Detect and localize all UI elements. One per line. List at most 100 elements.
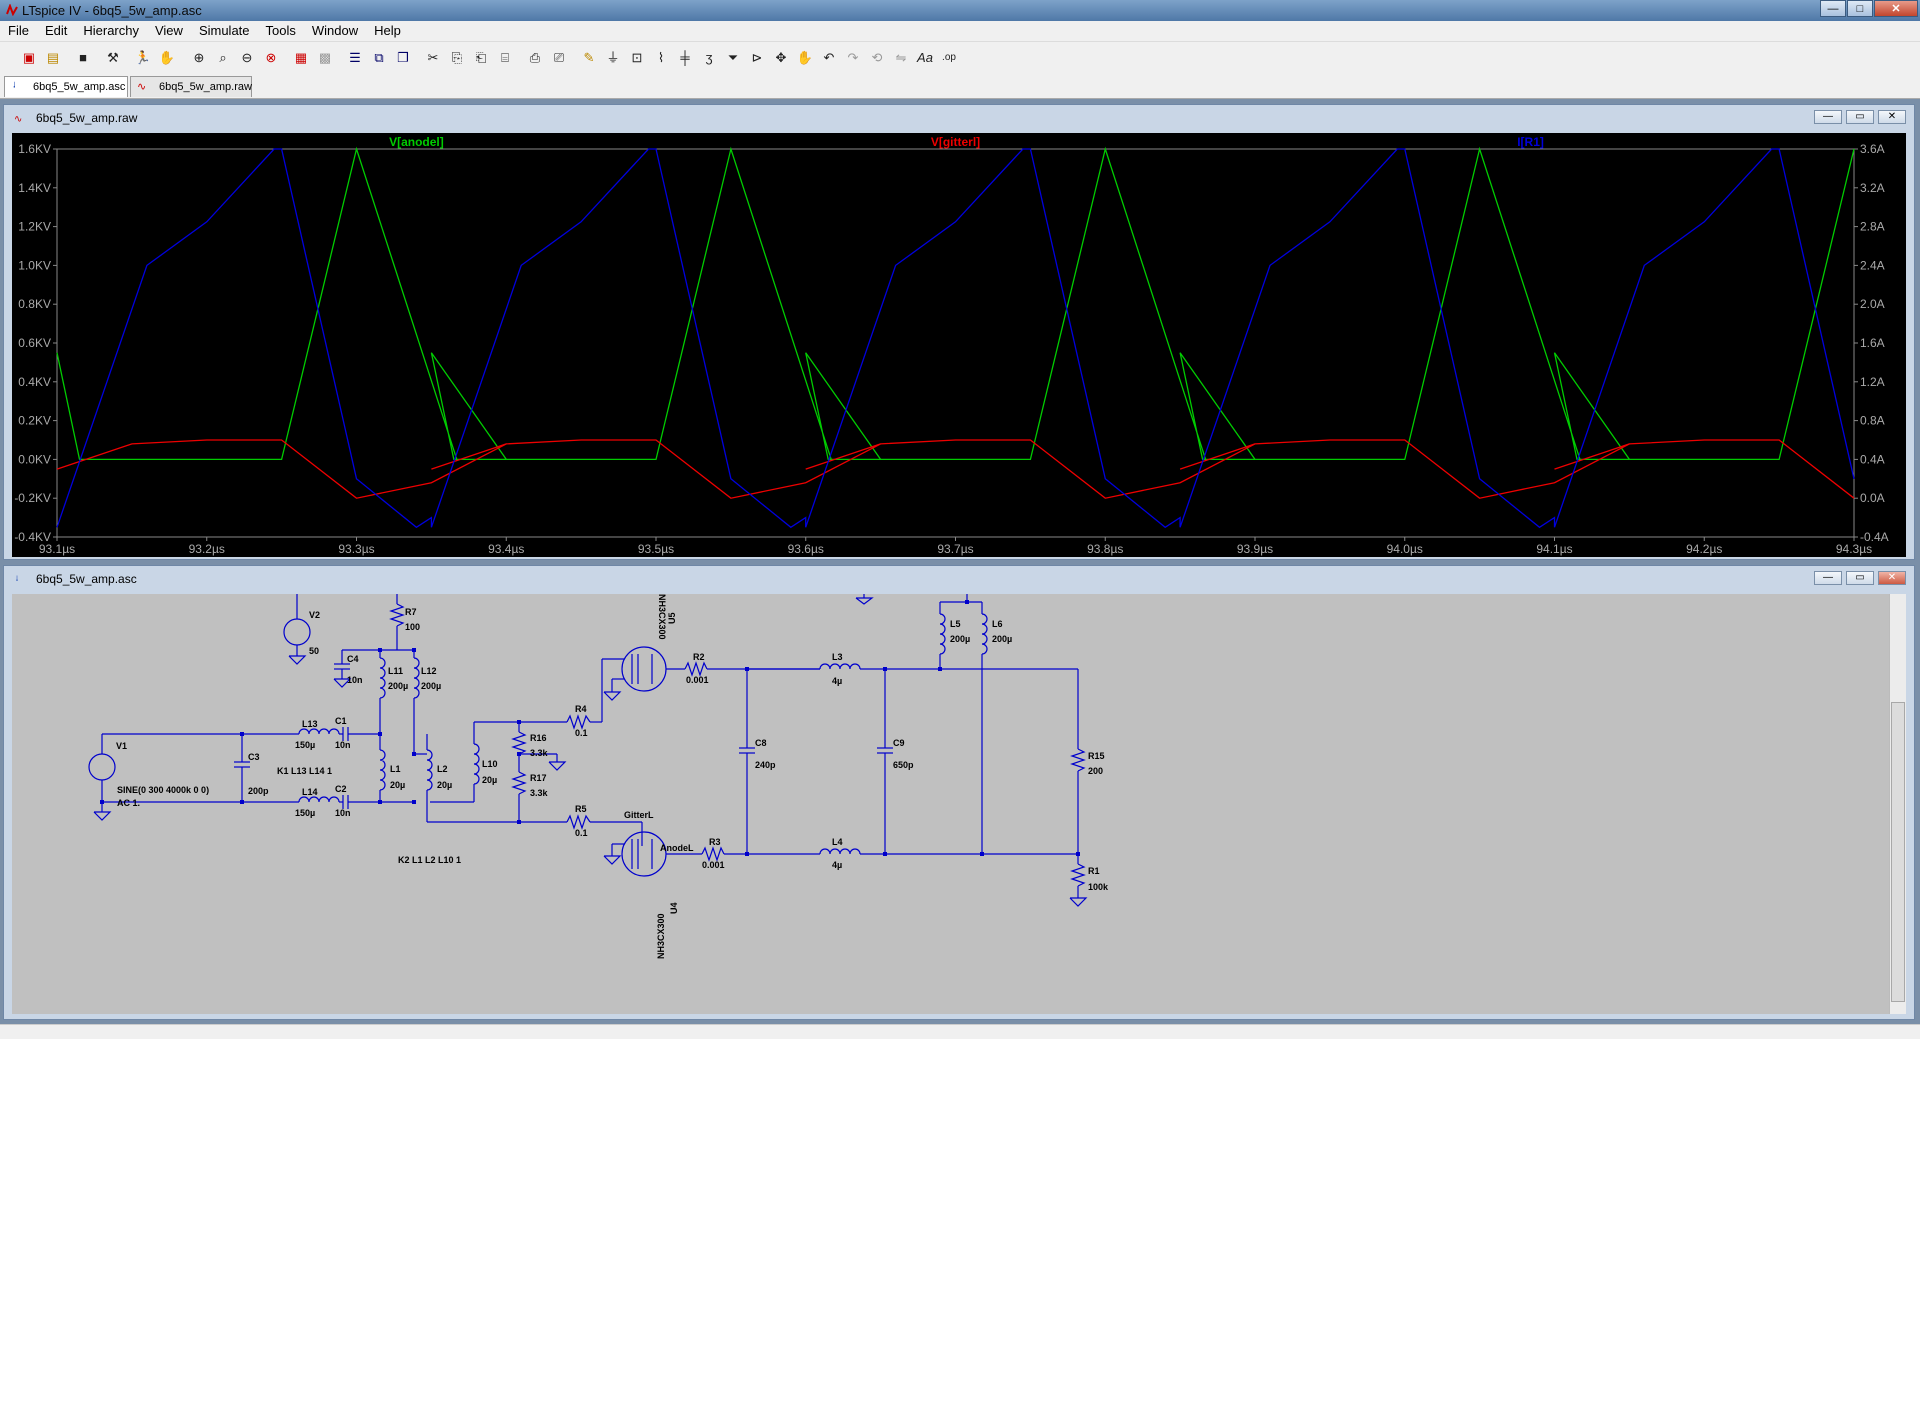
drag-icon[interactable]: ✋ (796, 49, 814, 67)
close-button[interactable]: ✕ (1874, 0, 1918, 17)
inductor-icon[interactable]: ʒ (700, 49, 718, 67)
wire-icon[interactable]: ✎ (580, 49, 598, 67)
resistor-r15[interactable] (1070, 748, 1086, 772)
diode-icon[interactable]: ⏷ (724, 49, 742, 67)
pan-icon[interactable]: ⌕ (214, 49, 232, 67)
resistor-r1[interactable] (1070, 863, 1086, 887)
tab-schematic[interactable]: ᛍ 6bq5_5w_amp.asc (4, 76, 128, 97)
capacitor-icon[interactable]: ╪ (676, 49, 694, 67)
resistor-r17[interactable] (511, 771, 527, 795)
resistor-r5[interactable] (566, 814, 591, 830)
label-text: R2 (693, 652, 705, 662)
paste-icon[interactable]: ⎗ (472, 49, 490, 67)
zoom-fit-icon[interactable]: ⊗ (262, 49, 280, 67)
ground-icon[interactable]: ⏚ (604, 49, 622, 67)
resistor-r7[interactable] (389, 603, 405, 627)
open-folder-icon[interactable]: ▤ (44, 49, 62, 67)
find-icon[interactable]: ⌸ (496, 49, 514, 67)
schematic-diagram[interactable]: V2 50 R7 100 C4 10n L11 200µ L12 200µ V1… (12, 594, 1898, 1014)
minimize-button[interactable]: — (1814, 571, 1842, 585)
label-net-icon[interactable]: ⊡ (628, 49, 646, 67)
rotate-icon[interactable]: ⟲ (868, 49, 886, 67)
resistor-r3[interactable] (701, 846, 725, 862)
close-button[interactable]: ✕ (1878, 110, 1906, 124)
redo-icon[interactable]: ↷ (844, 49, 862, 67)
label-text: 0.001 (702, 860, 725, 870)
cut-icon[interactable]: ✂ (424, 49, 442, 67)
menu-simulate[interactable]: Simulate (191, 21, 258, 41)
halt-icon[interactable]: ✋ (158, 49, 176, 67)
inductor-l10[interactable] (473, 743, 480, 785)
inductor-l5[interactable] (939, 613, 946, 655)
maximize-button[interactable]: □ (1847, 0, 1873, 17)
label-text: 100 (405, 622, 420, 632)
inductor-l4[interactable] (819, 848, 861, 855)
label-text: U4 (669, 902, 679, 914)
resistor-r4[interactable] (566, 714, 591, 730)
menu-view[interactable]: View (147, 21, 191, 41)
print-icon[interactable]: ⎚ (550, 49, 568, 67)
menu-hierarchy[interactable]: Hierarchy (75, 21, 147, 41)
app-titlebar[interactable]: LTspice IV - 6bq5_5w_amp.asc — □ ✕ (0, 0, 1920, 21)
inductor-l3[interactable] (819, 663, 861, 670)
label-text: C4 (347, 654, 359, 664)
inductor-l13[interactable] (298, 728, 340, 735)
mark-unref-icon[interactable]: ▩ (316, 49, 334, 67)
undo-icon[interactable]: ↶ (820, 49, 838, 67)
tile-horizontal-icon[interactable]: ☰ (346, 49, 364, 67)
series-line-2 (56, 148, 1855, 529)
restore-button[interactable]: ▭ (1846, 110, 1874, 124)
print-preview-icon[interactable]: ⎙ (526, 49, 544, 67)
inductor-l1[interactable] (379, 749, 386, 791)
run-icon[interactable]: 🏃 (134, 49, 152, 67)
cascade-icon[interactable]: ❐ (394, 49, 412, 67)
copy-icon[interactable]: ⎘ (448, 49, 466, 67)
label-text: L6 (992, 619, 1003, 629)
waveform-window-title[interactable]: ∿ 6bq5_5w_amp.raw (14, 109, 137, 127)
voltage-source-v1[interactable] (88, 753, 116, 781)
tab-waveform[interactable]: ∿ 6bq5_5w_amp.raw (130, 76, 252, 97)
inductor-l11[interactable] (379, 657, 386, 699)
autorange-icon[interactable]: ▦ (292, 49, 310, 67)
scrollbar-thumb[interactable] (1891, 702, 1905, 1002)
spice-directive-icon[interactable]: .op (940, 49, 958, 67)
close-button[interactable]: ✕ (1878, 571, 1906, 585)
tile-vertical-icon[interactable]: ⧉ (370, 49, 388, 67)
minimize-button[interactable]: — (1820, 0, 1846, 17)
zoom-in-icon[interactable]: ⊕ (190, 49, 208, 67)
resistor-r16[interactable] (511, 731, 527, 755)
voltage-source-v2[interactable] (283, 618, 311, 646)
menu-window[interactable]: Window (304, 21, 366, 41)
restore-button[interactable]: ▭ (1846, 571, 1874, 585)
inductor-l6[interactable] (981, 613, 988, 655)
menu-edit[interactable]: Edit (37, 21, 75, 41)
minimize-button[interactable]: — (1814, 110, 1842, 124)
label-text: 150µ (295, 808, 315, 818)
save-icon[interactable]: ■ (74, 49, 92, 67)
plot-area[interactable]: 1.6KV 1.4KV 1.2KV 1.0KV 0.8KV 0.6KV 0.4KV 0.2KV… (12, 133, 1906, 557)
label-text: C8 (755, 738, 767, 748)
resistor-r2[interactable] (684, 661, 708, 677)
move-icon[interactable]: ✥ (772, 49, 790, 67)
inductor-l14[interactable] (298, 796, 340, 803)
x-tick-label: 93.5µs (638, 542, 674, 556)
menu-file[interactable]: File (0, 21, 37, 41)
new-schematic-icon[interactable]: ▣ (20, 49, 38, 67)
inductor-l12[interactable] (413, 657, 420, 699)
zoom-out-icon[interactable]: ⊖ (238, 49, 256, 67)
menu-help[interactable]: Help (366, 21, 409, 41)
tube-u4[interactable] (621, 831, 667, 877)
ltspice-logo-icon (6, 4, 18, 16)
control-panel-icon[interactable]: ⚒ (104, 49, 122, 67)
tube-u5[interactable] (621, 646, 667, 692)
text-icon[interactable]: Aa (916, 49, 934, 67)
mirror-icon[interactable]: ⇋ (892, 49, 910, 67)
inductor-l2[interactable] (426, 749, 433, 791)
schematic-vertical-scrollbar[interactable] (1889, 594, 1906, 1014)
waveform-chart[interactable]: 1.6KV 1.4KV 1.2KV 1.0KV 0.8KV 0.6KV 0.4KV 0.2KV… (12, 133, 1906, 557)
schematic-window-title[interactable]: ᛍ 6bq5_5w_amp.asc (14, 570, 137, 588)
menu-tools[interactable]: Tools (258, 21, 304, 41)
schematic-canvas[interactable]: V2 50 R7 100 C4 10n L11 200µ L12 200µ V1… (12, 594, 1898, 1014)
resistor-icon[interactable]: ⌇ (652, 49, 670, 67)
component-icon[interactable]: ⊳ (748, 49, 766, 67)
